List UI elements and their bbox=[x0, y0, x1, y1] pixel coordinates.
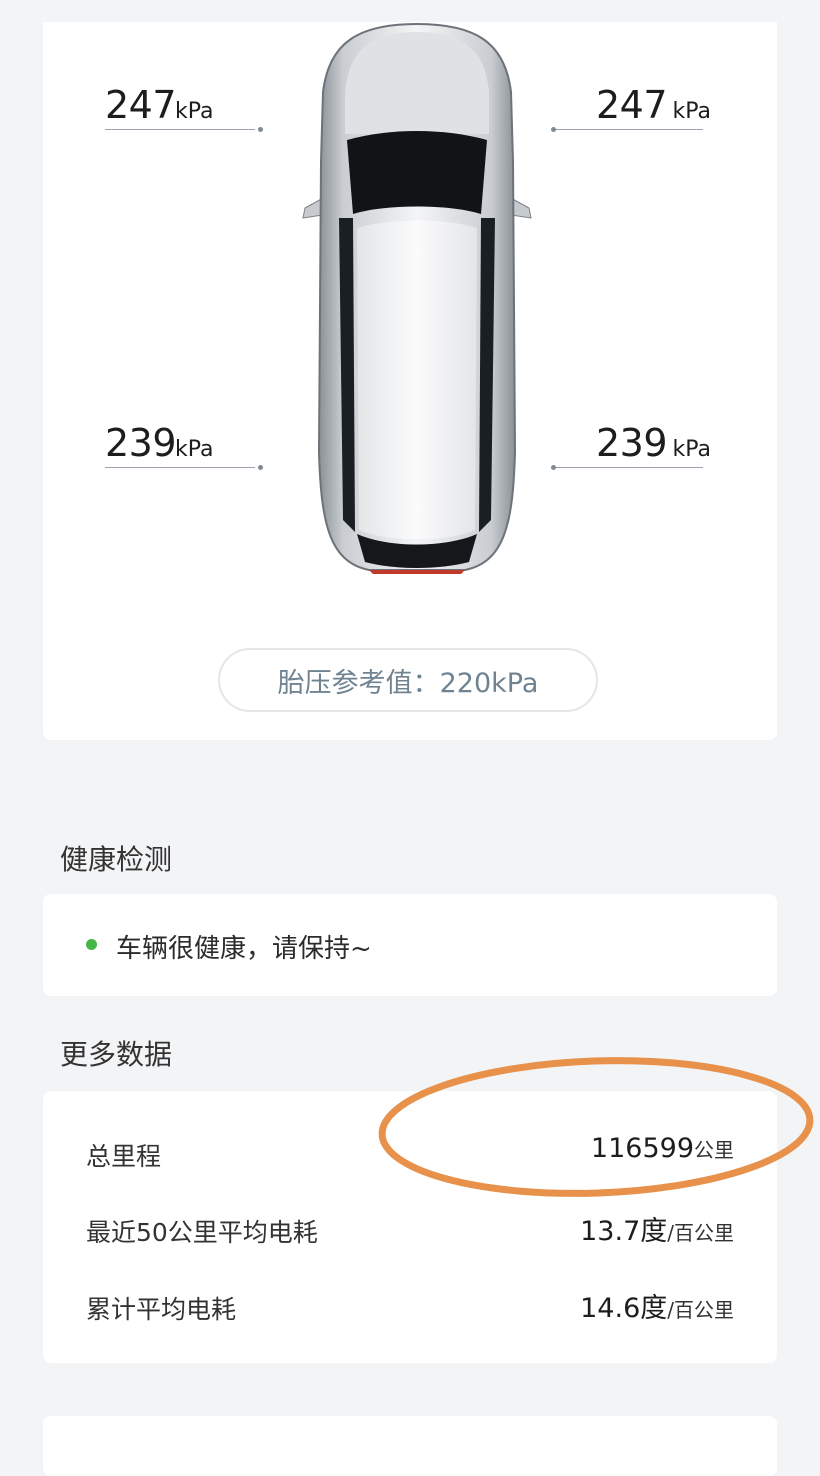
more-data-section-title: 更多数据 bbox=[60, 1038, 173, 1071]
tire-unit: kPa bbox=[672, 99, 712, 124]
health-status-text: 车辆很健康，请保持~ bbox=[116, 934, 372, 964]
reference-pressure-text: 胎压参考值：220kPa bbox=[277, 667, 539, 699]
row-label: 总里程 bbox=[86, 1142, 162, 1171]
row-label: 累计平均电耗 bbox=[86, 1295, 237, 1324]
tire-leader-dot bbox=[551, 465, 556, 470]
row-value: 13.7度/百公里 bbox=[580, 1209, 734, 1248]
tire-pressure-card: 247 kPa 247 kPa 239 kPa 239 kPa 胎压参考值：22… bbox=[43, 22, 777, 740]
status-dot-icon bbox=[86, 939, 97, 950]
bottom-card bbox=[43, 1416, 777, 1476]
tire-unit: kPa bbox=[672, 437, 712, 462]
row-value: 14.6度/百公里 bbox=[580, 1286, 734, 1325]
highlight-ellipse-annotation bbox=[378, 1057, 814, 1197]
tire-rear-right: 239 kPa bbox=[43, 421, 777, 470]
health-section-title: 健康检测 bbox=[60, 843, 173, 876]
tire-value: 247 bbox=[595, 83, 668, 127]
row-label: 最近50公里平均电耗 bbox=[86, 1218, 318, 1247]
health-card: 车辆很健康，请保持~ bbox=[43, 894, 777, 996]
tire-leader-line bbox=[553, 129, 703, 130]
data-row-cumulative-consumption: 累计平均电耗 14.6度/百公里 bbox=[43, 1286, 777, 1326]
reference-pressure-pill: 胎压参考值：220kPa bbox=[218, 648, 598, 712]
row-value-number: 13.7度 bbox=[580, 1216, 668, 1247]
row-value-number: 14.6度 bbox=[580, 1293, 668, 1324]
tire-front-right: 247 kPa bbox=[43, 83, 777, 132]
tire-value: 239 bbox=[595, 421, 668, 465]
data-row-recent-consumption: 最近50公里平均电耗 13.7度/百公里 bbox=[43, 1209, 777, 1249]
highlight-ellipse-shape bbox=[378, 1057, 814, 1197]
tire-leader-line bbox=[553, 467, 703, 468]
tire-leader-dot bbox=[551, 127, 556, 132]
row-value-unit: /百公里 bbox=[667, 1298, 734, 1322]
row-value-unit: /百公里 bbox=[667, 1221, 734, 1245]
